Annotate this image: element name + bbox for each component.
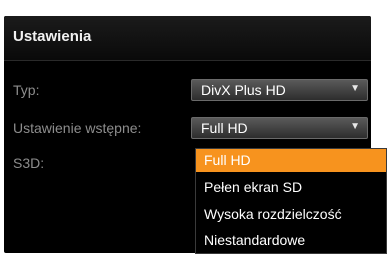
preset-dropdown-menu: Full HD Pełen ekran SD Wysoka rozdzielcz… <box>195 148 387 254</box>
type-select-value: DivX Plus HD <box>201 82 286 98</box>
dropdown-option-full-screen-sd[interactable]: Pełen ekran SD <box>196 176 386 199</box>
chevron-down-icon: ▼ <box>350 83 360 94</box>
chevron-down-icon: ▼ <box>350 121 360 132</box>
preset-select-value: Full HD <box>201 120 248 136</box>
dropdown-option-full-hd[interactable]: Full HD <box>196 149 386 172</box>
dropdown-option-high-resolution[interactable]: Wysoka rozdzielczość <box>196 203 386 226</box>
preset-label: Ustawienie wstępne: <box>13 120 142 136</box>
panel-header: Ustawienia <box>4 16 371 61</box>
preset-select[interactable]: Full HD ▼ <box>191 117 368 139</box>
type-select[interactable]: DivX Plus HD ▼ <box>191 79 368 101</box>
panel-title: Ustawienia <box>13 28 92 45</box>
dropdown-option-custom[interactable]: Niestandardowe <box>196 229 386 252</box>
type-label: Typ: <box>13 82 40 98</box>
s3d-label: S3D: <box>13 155 45 171</box>
